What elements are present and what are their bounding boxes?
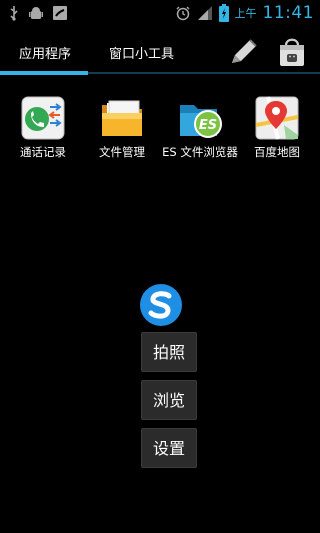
missed-call-icon (52, 5, 68, 21)
drawer-tab-bar: 应用程序 窗口小工具 (0, 25, 320, 75)
app-label: 文件管理 (99, 145, 145, 159)
settings-button[interactable]: 设置 (141, 428, 197, 468)
app-file-manager[interactable]: 文件管理 (82, 95, 162, 159)
baidu-map-icon (254, 95, 300, 141)
alarm-icon (175, 5, 191, 21)
browse-button[interactable]: 浏览 (141, 380, 197, 420)
app-label: 通话记录 (20, 145, 66, 159)
app-drawer-screen: 上午 11:41 应用程序 窗口小工具 通话记录 文件管理 ES ES 文件浏览… (0, 0, 320, 533)
photo-button[interactable]: 拍照 (141, 332, 197, 372)
app-es-file-explorer[interactable]: ES ES 文件浏览器 (160, 95, 240, 159)
signal-icon (197, 5, 213, 21)
app-call-log[interactable]: 通话记录 (3, 95, 83, 159)
tab-widgets[interactable]: 窗口小工具 (109, 43, 174, 62)
status-bar: 上午 11:41 (0, 0, 320, 25)
tab-apps[interactable]: 应用程序 (19, 43, 71, 62)
app-label: 百度地图 (254, 145, 300, 159)
android-debug-icon (28, 5, 44, 21)
folder-icon (99, 95, 145, 141)
app-label: ES 文件浏览器 (162, 145, 238, 159)
es-file-explorer-icon: ES (177, 95, 223, 141)
call-log-icon (20, 95, 66, 141)
status-ampm: 上午 (234, 6, 257, 20)
pencil-icon[interactable] (226, 36, 260, 68)
battery-charging-icon (218, 3, 229, 22)
usb-icon (8, 5, 20, 21)
status-clock: 11:41 (262, 2, 314, 23)
s-logo-icon[interactable] (139, 283, 183, 327)
tab-active-indicator (0, 71, 88, 75)
svg-text:ES: ES (199, 118, 217, 133)
app-baidu-map[interactable]: 百度地图 (237, 95, 317, 159)
market-bag-icon[interactable] (275, 34, 309, 68)
